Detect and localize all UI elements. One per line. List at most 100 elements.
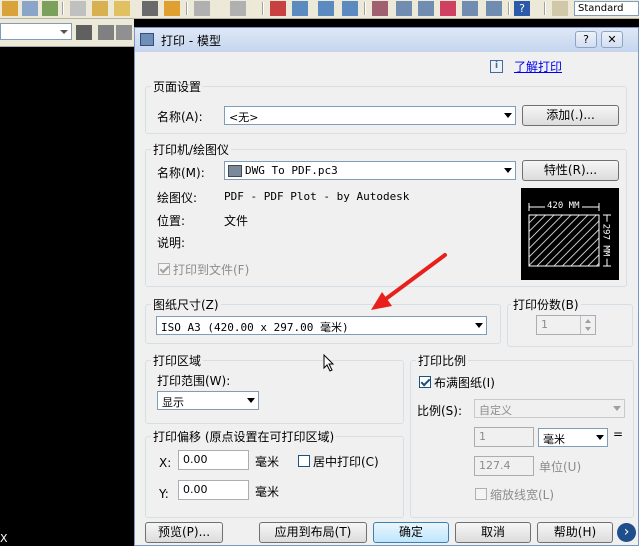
scale-lineweight-label: 缩放线宽(L) bbox=[490, 488, 555, 502]
copy-icon[interactable] bbox=[22, 1, 38, 16]
help-button[interactable]: 帮助(H) bbox=[537, 522, 613, 543]
x-offset-unit: 毫米 bbox=[255, 455, 280, 469]
layer-combo[interactable] bbox=[0, 23, 72, 40]
plot-area-label: 打印区域 bbox=[151, 352, 204, 369]
help-icon[interactable]: ? bbox=[514, 1, 530, 16]
add-page-setup-button[interactable]: 添加(.)... bbox=[522, 105, 619, 126]
dialog-titlebar[interactable]: 打印 - 模型 ? ✕ bbox=[135, 28, 638, 52]
main-toolbar: ? Standard bbox=[0, 0, 639, 19]
layer-match-icon[interactable] bbox=[116, 25, 132, 40]
cancel-button[interactable]: 取消 bbox=[455, 522, 531, 543]
help-question-button[interactable]: ? bbox=[575, 31, 597, 48]
preview-width-label: 420 MM bbox=[545, 201, 582, 211]
learn-printing-link[interactable]: 了解打印 bbox=[514, 58, 562, 75]
print-to-file-checkbox[interactable] bbox=[158, 263, 170, 275]
preview-button[interactable]: 预览(P)... bbox=[145, 522, 223, 543]
spin-up-icon bbox=[585, 319, 591, 323]
scale-value1-input[interactable]: 1 bbox=[474, 427, 534, 447]
plotter-label: 绘图仪: bbox=[157, 191, 198, 205]
pan-icon[interactable] bbox=[270, 1, 286, 16]
x-offset-input[interactable]: 0.00 bbox=[178, 450, 249, 470]
plotter-icon bbox=[228, 165, 242, 177]
plot-offset-group bbox=[145, 436, 404, 518]
printer-label: 打印机/绘图仪 bbox=[151, 141, 232, 158]
calculator-icon[interactable] bbox=[486, 1, 502, 16]
scale-unit-combo[interactable]: 毫米 bbox=[538, 428, 608, 447]
layer-state-icon[interactable] bbox=[76, 25, 92, 40]
cut-icon[interactable] bbox=[2, 1, 18, 16]
chevron-down-icon bbox=[60, 30, 68, 34]
mouse-cursor-icon bbox=[323, 354, 335, 372]
scale-lineweight-checkbox[interactable] bbox=[475, 488, 487, 500]
annotation-arrow-icon bbox=[371, 253, 447, 310]
zoom-window-icon[interactable] bbox=[318, 1, 334, 16]
paper-preview: 420 MM 297 MM bbox=[521, 188, 619, 280]
design-center-icon[interactable] bbox=[396, 1, 412, 16]
plot-range-label: 打印范围(W): bbox=[157, 374, 231, 388]
page-setup-label: 页面设置 bbox=[151, 78, 204, 95]
chevron-down-icon bbox=[247, 398, 255, 403]
chevron-down-icon bbox=[504, 168, 512, 173]
paper-size-label: 图纸尺寸(Z) bbox=[151, 296, 221, 313]
sheet-set-icon[interactable] bbox=[440, 1, 456, 16]
paste-icon[interactable] bbox=[42, 1, 58, 16]
preview-height-label: 297 MM bbox=[600, 221, 611, 259]
printer-properties-button[interactable]: 特性(R)... bbox=[522, 160, 619, 181]
paper-size-combo[interactable]: ISO A3 (420.00 x 297.00 毫米) bbox=[156, 316, 487, 335]
print-to-file-label: 打印到文件(F) bbox=[173, 263, 250, 277]
dialog-title: 打印 - 模型 bbox=[161, 34, 221, 48]
y-offset-label: Y: bbox=[159, 487, 169, 501]
equals-sign: = bbox=[613, 427, 624, 441]
redo-icon[interactable] bbox=[230, 1, 246, 16]
layer-previous-icon[interactable] bbox=[98, 25, 114, 40]
chevron-down-icon bbox=[596, 435, 604, 440]
x-offset-label: X: bbox=[159, 456, 172, 470]
info-icon: i bbox=[490, 60, 503, 73]
spin-down-icon bbox=[585, 327, 591, 331]
plotter-value: PDF - PDF Plot - by Autodesk bbox=[224, 190, 410, 203]
scale-combo[interactable]: 自定义 bbox=[474, 399, 625, 418]
description-label: 说明: bbox=[157, 236, 186, 250]
copies-label: 打印份数(B) bbox=[511, 296, 581, 313]
zoom-realtime-icon[interactable] bbox=[292, 1, 308, 16]
text-style-combo[interactable]: Standard bbox=[574, 1, 639, 16]
pencil-icon[interactable] bbox=[142, 1, 158, 16]
page-setup-name-label: 名称(A): bbox=[157, 110, 203, 124]
brush-icon[interactable] bbox=[114, 1, 130, 16]
text-style-icon[interactable] bbox=[552, 1, 568, 16]
scale-value2-input[interactable]: 127.4 bbox=[474, 456, 534, 476]
fit-to-paper-label: 布满图纸(I) bbox=[434, 376, 495, 390]
fit-to-paper-checkbox[interactable] bbox=[419, 376, 431, 388]
center-plot-label: 居中打印(C) bbox=[313, 455, 379, 469]
scale-unit-label: 单位(U) bbox=[539, 460, 582, 474]
zoom-previous-icon[interactable] bbox=[342, 1, 358, 16]
print-dialog: 打印 - 模型 ? ✕ i 了解打印 页面设置 名称(A): <无> 添加(.)… bbox=[134, 27, 639, 546]
center-plot-checkbox[interactable] bbox=[298, 455, 310, 467]
drawing-area[interactable]: X bbox=[0, 47, 134, 546]
chevron-down-icon bbox=[504, 113, 512, 118]
chevron-down-icon bbox=[613, 406, 621, 411]
y-offset-unit: 毫米 bbox=[255, 485, 280, 499]
close-button[interactable]: ✕ bbox=[601, 31, 623, 48]
copies-spinner[interactable] bbox=[580, 316, 596, 334]
printer-name-label: 名称(M): bbox=[157, 166, 205, 180]
more-options-button[interactable]: › bbox=[617, 523, 636, 542]
chevron-down-icon bbox=[475, 323, 483, 328]
undo-icon[interactable] bbox=[194, 1, 210, 16]
location-value: 文件 bbox=[224, 214, 249, 228]
tool-palette-icon[interactable] bbox=[418, 1, 434, 16]
location-label: 位置: bbox=[157, 214, 186, 228]
properties-icon[interactable] bbox=[372, 1, 388, 16]
page-setup-name-combo[interactable]: <无> bbox=[224, 106, 516, 125]
plot-scale-label: 打印比例 bbox=[416, 352, 469, 369]
ok-button[interactable]: 确定 bbox=[373, 522, 449, 543]
clipboard-icon[interactable] bbox=[92, 1, 108, 16]
apply-to-layout-button[interactable]: 应用到布局(T) bbox=[259, 522, 367, 543]
markup-icon[interactable] bbox=[462, 1, 478, 16]
y-offset-input[interactable]: 0.00 bbox=[178, 480, 249, 500]
match-icon[interactable] bbox=[164, 1, 180, 16]
plot-range-combo[interactable]: 显示 bbox=[157, 391, 259, 410]
scissors-icon[interactable] bbox=[70, 1, 86, 16]
printer-app-icon bbox=[140, 33, 154, 46]
printer-name-combo[interactable]: DWG To PDF.pc3 bbox=[224, 161, 516, 180]
